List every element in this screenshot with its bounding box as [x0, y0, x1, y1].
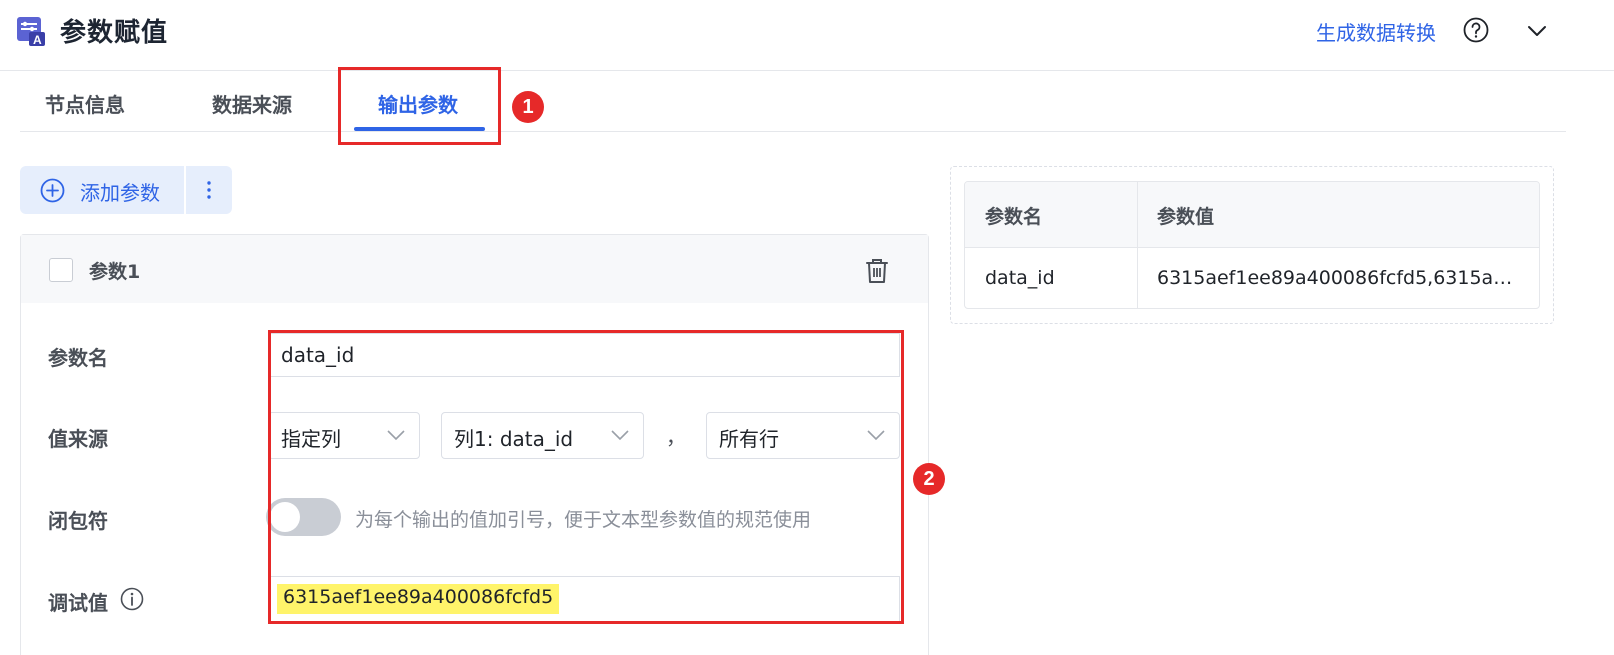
- more-options-button[interactable]: [186, 166, 232, 214]
- column-divider: [1137, 182, 1138, 308]
- page-title: 参数赋值: [60, 18, 169, 48]
- label-quote: 闭包符: [48, 509, 108, 533]
- tab-node-info[interactable]: 节点信息: [45, 89, 125, 118]
- annotation-badge-2: 2: [913, 463, 945, 495]
- plus-circle-icon: [40, 178, 65, 203]
- cell-param-value: 6315aef1ee89a400086fcfd5,6315aef1ee89a40…: [1157, 267, 1519, 289]
- cell-param-name: data_id: [985, 267, 1055, 289]
- tab-data-source[interactable]: 数据来源: [212, 89, 292, 118]
- trash-icon[interactable]: [863, 257, 891, 285]
- header-param-value: 参数值: [1157, 206, 1215, 228]
- label-param-name: 参数名: [48, 346, 108, 370]
- add-param-label: 添加参数: [80, 181, 160, 205]
- result-table-header: [965, 182, 1539, 248]
- label-debug-value: 调试值: [48, 591, 108, 615]
- info-icon[interactable]: [120, 587, 144, 611]
- param-select-checkbox[interactable]: [49, 258, 73, 282]
- label-value-source: 值来源: [48, 427, 108, 451]
- param-card-header: 参数1: [21, 235, 928, 303]
- header-param-name: 参数名: [985, 206, 1043, 228]
- help-icon[interactable]: [1463, 17, 1489, 43]
- tab-bar: 节点信息 数据来源 输出参数: [20, 71, 1566, 132]
- generate-transform-link[interactable]: 生成数据转换: [1316, 17, 1436, 46]
- add-param-button[interactable]: 添加参数: [20, 166, 184, 214]
- annotation-box-1: [338, 67, 501, 145]
- result-table: 参数名 参数值 data_id 6315aef1ee89a400086fcfd5…: [964, 181, 1540, 309]
- annotation-box-2: [268, 330, 904, 624]
- annotation-badge-1: 1: [512, 91, 544, 123]
- svg-text:A: A: [33, 33, 42, 47]
- chevron-down-icon[interactable]: [1526, 20, 1548, 42]
- header-bar: A 参数赋值 生成数据转换: [0, 0, 1614, 71]
- node-app-icon: A: [17, 17, 45, 47]
- param-title: 参数1: [89, 261, 141, 283]
- more-vertical-icon: [207, 181, 211, 199]
